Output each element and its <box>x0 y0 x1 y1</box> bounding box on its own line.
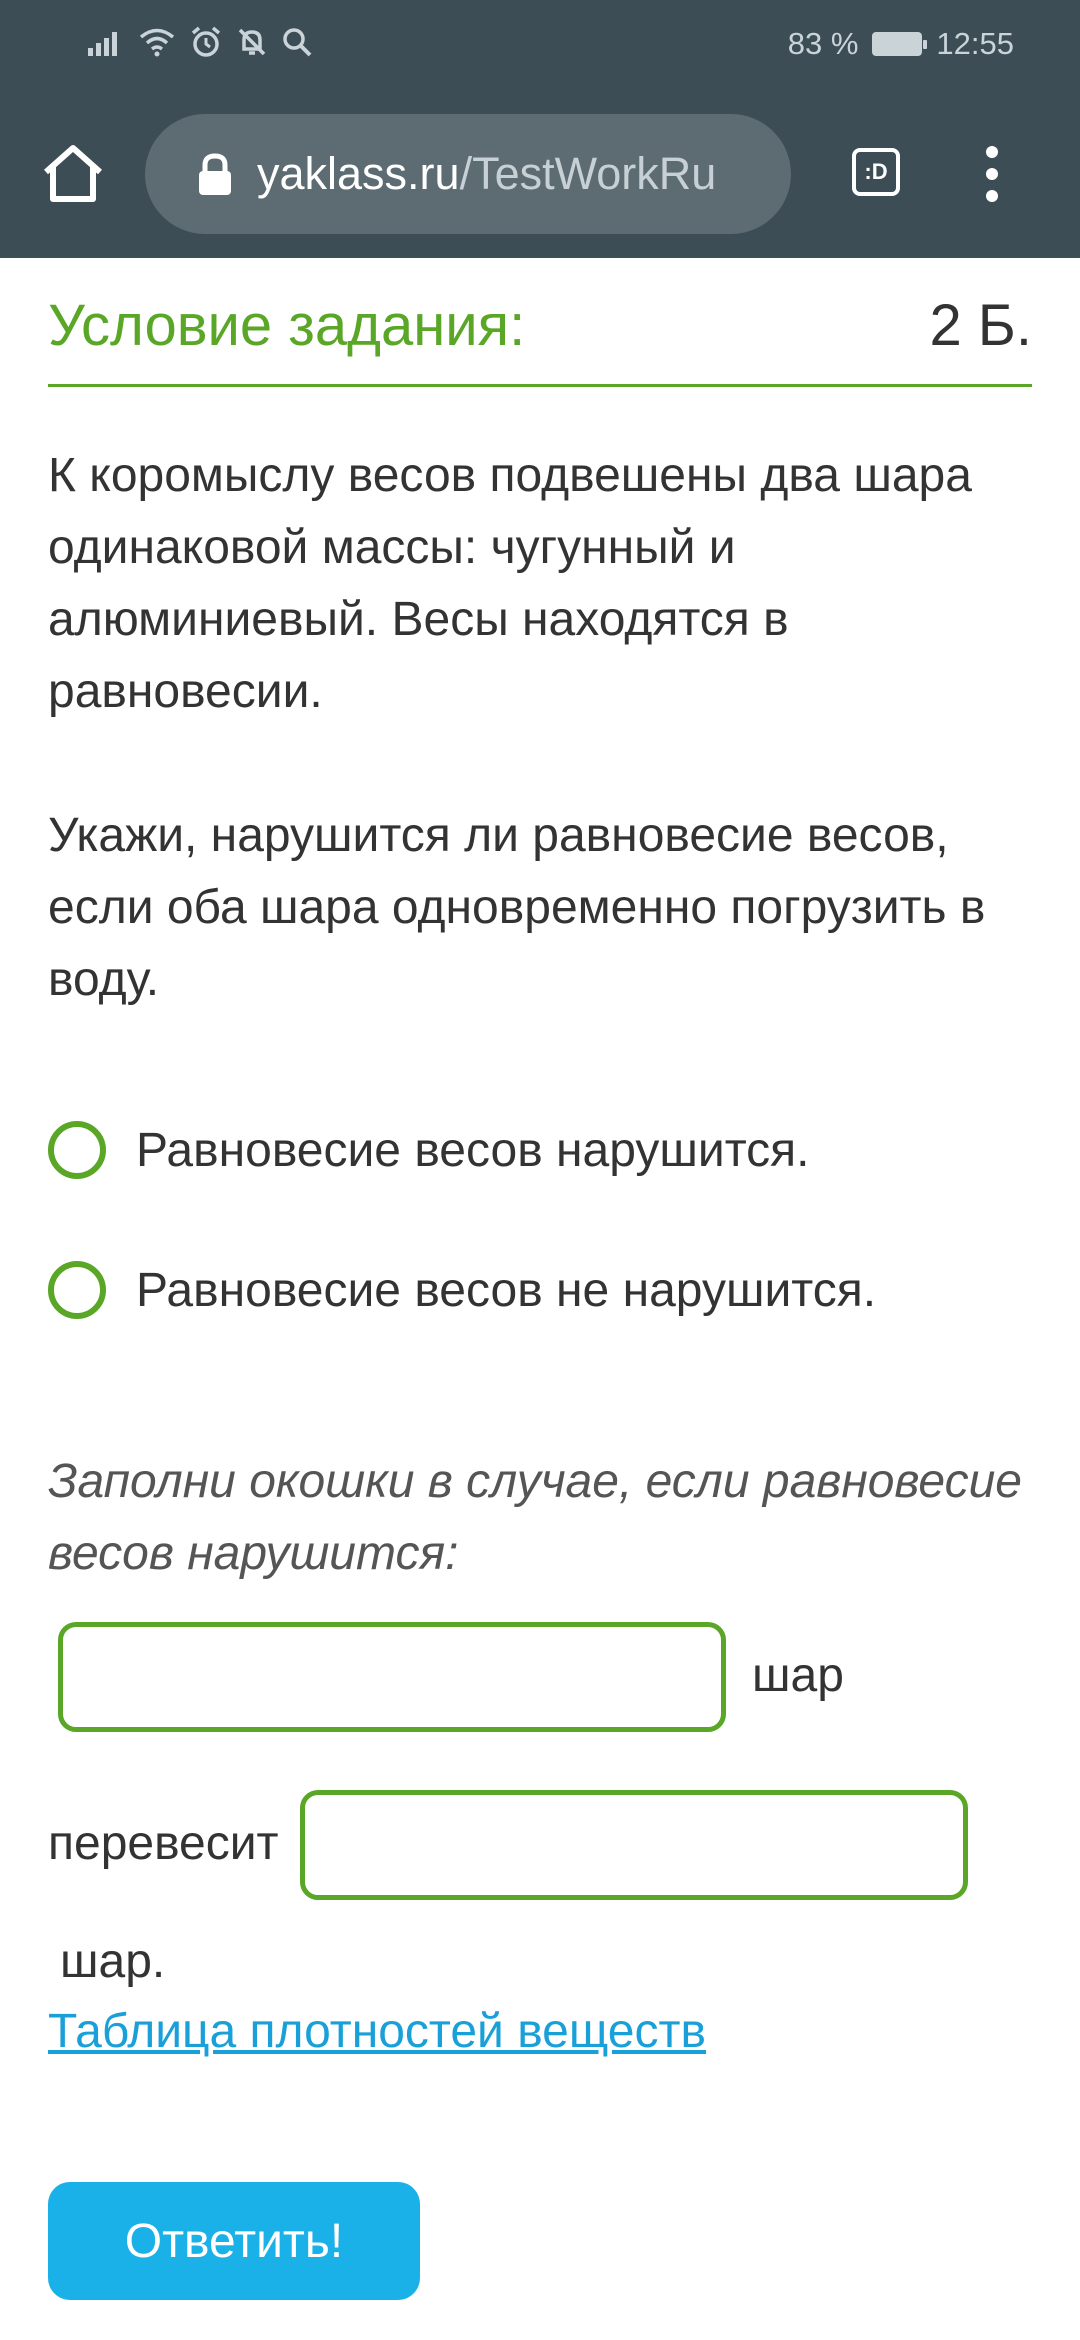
suffix-text-1: шар <box>752 1649 844 1702</box>
url-text: yaklass.ru/TestWorkRu <box>257 148 716 200</box>
lock-icon <box>199 153 231 195</box>
alarm-icon <box>191 26 221 57</box>
density-table-link[interactable]: Таблица плотностей веществ <box>48 2004 706 2059</box>
answer-option-label: Равновесие весов нарушится. <box>136 1123 810 1177</box>
tab-switcher-label: :D <box>864 159 888 184</box>
battery-icon <box>872 32 928 56</box>
url-path: /TestWorkRu <box>459 148 717 199</box>
suffix-text-2: шар. <box>60 1935 166 1988</box>
tab-switcher-button[interactable]: :D <box>852 148 900 196</box>
task-paragraph-2: Укажи, нарушится ли равновесие весов, ес… <box>48 809 986 1006</box>
answer-option-2[interactable]: Равновесие весов не нарушится. <box>48 1258 876 1322</box>
submit-button[interactable]: Ответить! <box>48 2182 420 2300</box>
browser-chrome: 83 % 12:55 yaklass.ru/TestWorkRu :D <box>0 0 1080 258</box>
task-paragraph-1: К коромыслу весов подвешены два шара оди… <box>48 449 972 718</box>
status-bar: 83 % 12:55 <box>0 0 1080 90</box>
answer-input-1[interactable] <box>58 1622 726 1732</box>
status-indicators: 83 % 12:55 <box>788 26 1014 62</box>
answer-option-1[interactable]: Равновесие весов нарушится. <box>48 1118 810 1182</box>
overflow-menu-icon[interactable] <box>986 146 1000 202</box>
home-icon[interactable] <box>40 140 106 206</box>
url-domain: yaklass.ru <box>257 148 460 199</box>
wifi-icon <box>139 28 175 57</box>
task-score: 2 Б. <box>929 293 1032 358</box>
prefix-text-2: перевесит <box>48 1817 279 1870</box>
browser-toolbar: yaklass.ru/TestWorkRu :D <box>0 108 1080 238</box>
battery-percent: 83 % <box>787 26 859 61</box>
radio-button[interactable] <box>48 1261 106 1319</box>
answer-option-label: Равновесие весов не нарушится. <box>136 1263 877 1317</box>
radio-button[interactable] <box>48 1121 106 1179</box>
task-title: Условие задания: <box>48 293 526 358</box>
mute-bell-icon <box>238 28 266 56</box>
fill-instruction: Заполни окошки в случае, если равновесие… <box>48 1455 1022 1580</box>
search-icon <box>283 28 312 57</box>
answer-input-2[interactable] <box>300 1790 968 1900</box>
status-icons <box>88 26 312 58</box>
task-header: Условие задания: 2 Б. <box>48 280 1032 387</box>
address-bar[interactable]: yaklass.ru/TestWorkRu <box>145 114 791 234</box>
signal-icon <box>88 32 117 56</box>
clock: 12:55 <box>936 26 1014 61</box>
